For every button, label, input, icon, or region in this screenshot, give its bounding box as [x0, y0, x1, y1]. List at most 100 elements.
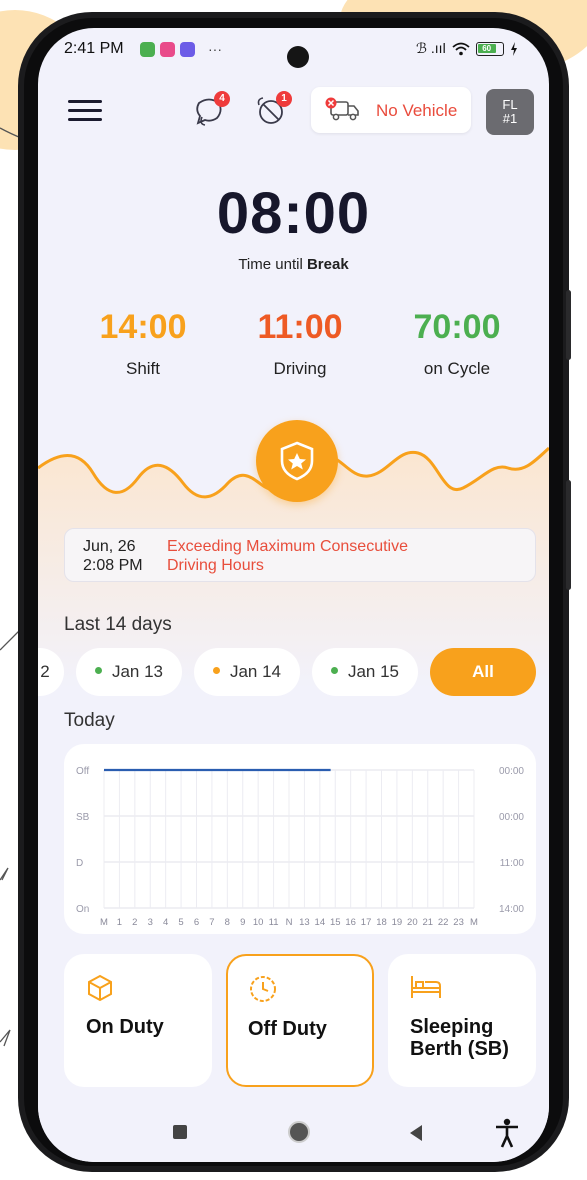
- shift-label: Shift: [125, 359, 161, 378]
- cube-icon: [88, 974, 112, 1002]
- off-duty-label: Off Duty: [248, 1018, 327, 1040]
- power-button: [566, 480, 571, 590]
- today-title: Today: [64, 710, 115, 731]
- sleeping-berth-label-line2: Berth (SB): [410, 1038, 509, 1060]
- row-total: 00:00: [499, 812, 524, 823]
- battery-icon: 60: [475, 41, 504, 56]
- day-chip-label: Jan 15: [347, 662, 400, 681]
- hour-tick-label: 16: [345, 917, 356, 928]
- menu-button[interactable]: [68, 97, 102, 125]
- driver-id-line2: #1: [502, 111, 518, 126]
- off-duty-button[interactable]: Off Duty: [226, 954, 374, 1087]
- status-dot: [94, 667, 102, 675]
- hour-tick-label: 23: [453, 917, 464, 928]
- on-duty-button[interactable]: On Duty: [64, 954, 212, 1087]
- driver-id-badge[interactable]: FL #1: [486, 89, 534, 135]
- history-title: Last 14 days: [64, 614, 172, 635]
- day-chip[interactable]: Jan 13: [76, 648, 182, 696]
- bluetooth-signal-icon: ℬ .ııl: [416, 40, 446, 56]
- cycle-value: 70:00: [413, 308, 501, 346]
- hour-tick-label: 9: [240, 917, 245, 928]
- duty-log-chart: Off 00:00 SB 00:00 D 11:00 On 14:00 M 1 2 3 4 5 6 7 8 9 10…: [64, 744, 536, 934]
- hour-tick-label: 15: [330, 917, 341, 928]
- chat-badge: 4: [214, 91, 230, 107]
- alert-badge: 1: [276, 91, 292, 107]
- hour-tick-label: 6: [194, 917, 199, 928]
- status-bar: 2:41 PM ··· ℬ .ııl 60: [38, 28, 549, 76]
- notification-icons: ···: [140, 41, 222, 57]
- row-total: 11:00: [500, 858, 525, 869]
- all-days-label: All: [472, 662, 494, 681]
- hour-tick-label: M: [470, 917, 478, 928]
- driver-id-line1: FL: [502, 97, 518, 112]
- wifi-icon: [452, 42, 470, 55]
- hour-tick-label: 11: [269, 917, 279, 928]
- shift-value: 14:00: [99, 308, 187, 346]
- status-time: 2:41 PM: [64, 40, 124, 57]
- day-chips: 2 Jan 13 Jan 14 Jan 15 All: [38, 648, 549, 698]
- row-label: Off: [76, 766, 89, 777]
- status-dot: [212, 667, 220, 675]
- violation-card[interactable]: Jun, 26 2:08 PM Exceeding Maximum Consec…: [64, 528, 536, 582]
- app-notification-icon: [180, 41, 195, 57]
- system-nav-bar: [38, 1100, 549, 1162]
- bed-icon: [411, 976, 441, 998]
- row-total: 00:00: [499, 766, 524, 777]
- hour-tick-label: 5: [178, 917, 183, 928]
- charging-icon: [510, 41, 517, 56]
- more-notifications-icon: ···: [208, 41, 222, 57]
- truck-icon: [325, 97, 359, 121]
- break-timer-label: Time until Break: [38, 256, 549, 273]
- safety-shield-button[interactable]: [256, 420, 338, 502]
- sleeping-berth-button[interactable]: Sleeping Berth (SB): [388, 954, 536, 1087]
- hour-tick-label: 1: [117, 917, 122, 928]
- cycle-label: on Cycle: [423, 359, 491, 378]
- app-screen: 2:41 PM ··· ℬ .ııl 60 4 1 No Vehicle FL …: [38, 28, 549, 1162]
- hour-tick-label: 8: [225, 917, 230, 928]
- sleeping-berth-label: Sleeping Berth (SB): [410, 1016, 509, 1060]
- day-chip[interactable]: 2: [38, 648, 64, 696]
- violation-datetime: Jun, 26 2:08 PM: [83, 537, 143, 575]
- day-chip[interactable]: Jan 15: [312, 648, 418, 696]
- hour-tick-label: 18: [376, 917, 387, 928]
- hour-tick-label: 10: [253, 917, 264, 928]
- volume-button: [566, 290, 571, 360]
- app-notification-icon: [160, 41, 175, 57]
- all-days-chip[interactable]: All: [430, 648, 536, 696]
- sleeping-berth-label-line1: Sleeping: [410, 1016, 494, 1038]
- violation-message-line2: Driving Hours: [167, 557, 264, 574]
- front-camera: [287, 46, 309, 68]
- app-header: 4 1 No Vehicle FL #1: [38, 83, 549, 143]
- row-total: 14:00: [499, 904, 524, 915]
- clock-icon: [250, 976, 276, 1002]
- break-timer-label-prefix: Time until: [238, 256, 303, 273]
- hour-tick-label: 3: [148, 917, 153, 928]
- app-notification-icon: [140, 41, 155, 57]
- hour-tick-label: 2: [132, 917, 137, 928]
- status-dot: [330, 667, 338, 675]
- violation-date: Jun, 26: [83, 538, 136, 555]
- hour-tick-label: 19: [392, 917, 403, 928]
- violation-message-line1: Exceeding Maximum Consecutive: [167, 538, 408, 555]
- hour-tick-label: 13: [299, 917, 310, 928]
- chat-button[interactable]: 4: [192, 91, 230, 129]
- hour-tick-label: 21: [422, 917, 433, 928]
- accessibility-button[interactable]: [494, 1118, 520, 1148]
- driving-stat: 11:00 Driving: [220, 308, 380, 379]
- back-button[interactable]: [408, 1124, 424, 1142]
- break-timer-label-bold: Break: [306, 256, 349, 273]
- home-button[interactable]: [286, 1119, 312, 1145]
- system-indicators: ℬ .ııl 60: [416, 40, 518, 57]
- day-chip[interactable]: Jan 14: [194, 648, 300, 696]
- recents-button[interactable]: [172, 1124, 188, 1140]
- day-chip-label: Jan 13: [111, 662, 164, 681]
- day-chip-label: 2: [40, 662, 50, 681]
- hour-tick-label: 14: [315, 917, 326, 928]
- on-duty-label: On Duty: [86, 1016, 164, 1038]
- hour-tick-label: 7: [209, 917, 214, 928]
- vehicle-label: No Vehicle: [376, 101, 458, 120]
- alerts-button[interactable]: 1: [254, 91, 292, 129]
- shield-star-icon: [280, 441, 314, 481]
- vehicle-selector[interactable]: No Vehicle: [311, 87, 471, 133]
- row-label: D: [76, 858, 83, 869]
